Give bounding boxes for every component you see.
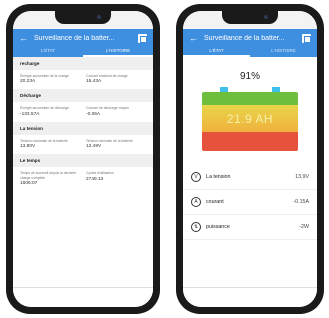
history-cell: Cycles d'utilisation 2749.13 xyxy=(86,171,146,186)
cell-value: 13.80V xyxy=(20,144,36,150)
history-cell: Courant de décharge moyen -0.06A xyxy=(86,106,146,116)
history-screen: ← Surveillance de la batter... L'ÉTAT L'… xyxy=(13,11,153,307)
state-screen: ← Surveillance de la batter... L'ÉTAT L'… xyxy=(183,11,317,307)
cell-label: Tension minimale de la batterie xyxy=(86,138,133,143)
section-header-discharge: Décharge xyxy=(13,89,153,103)
history-cell: Tension minimale de la batterie 12.49V xyxy=(86,139,146,149)
history-cell: Énergie accumulée de décharge -133.57A xyxy=(20,106,80,116)
current-icon: A xyxy=(191,197,201,207)
section-body-time: Temps de sommeil depuis la dernière char… xyxy=(13,167,153,191)
history-cell: Tension maximale de la batterie 13.80V xyxy=(20,139,80,149)
phone-left: ← Surveillance de la batter... L'ÉTAT L'… xyxy=(6,4,160,314)
cell-label: Courant maximal de charge xyxy=(86,74,128,78)
app-title: Surveillance de la batter... xyxy=(34,34,115,42)
notch xyxy=(222,11,278,24)
tab-bar: L'ÉTAT L'HISTOIRE xyxy=(183,47,317,57)
history-cell: Énergie accumulée de la charge 20.23A xyxy=(20,74,80,84)
tab-bar: L'ÉTAT L'HISTOIRE xyxy=(13,47,153,57)
metric-label: puissance xyxy=(206,224,230,230)
tab-state[interactable]: L'ÉTAT xyxy=(13,47,83,57)
metric-value: 13.9V xyxy=(295,174,309,180)
bottom-area xyxy=(183,287,317,307)
cell-value: 15.43A xyxy=(86,79,102,85)
cell-value: -0.06A xyxy=(86,111,101,117)
camera-icon xyxy=(97,15,101,19)
back-arrow-icon[interactable]: ← xyxy=(189,33,198,43)
section-header-charge: recharge xyxy=(13,57,153,70)
notch xyxy=(55,11,111,24)
app-bar: ← Surveillance de la batter... L'ÉTAT L'… xyxy=(183,29,317,57)
metrics-list: V La tension 13.9V A courant -0.15A ⇅ pu… xyxy=(183,165,317,240)
cell-label: Énergie accumulée de décharge xyxy=(20,106,69,111)
settings-icon[interactable] xyxy=(302,33,311,43)
section-body-discharge: Énergie accumulée de décharge -133.57A C… xyxy=(13,102,153,121)
tab-history[interactable]: L'HISTOIRE xyxy=(83,47,153,57)
metric-row-voltage: V La tension 13.9V xyxy=(183,165,317,190)
metric-row-current: A courant -0.15A xyxy=(183,190,317,215)
history-cell: Temps de sommeil depuis la dernière char… xyxy=(20,171,80,186)
battery-percent: 91% xyxy=(239,71,260,82)
tab-history[interactable]: L'HISTOIRE xyxy=(250,47,317,57)
battery-band-red xyxy=(202,132,298,151)
cell-value: 20.23A xyxy=(20,79,36,85)
metric-value: -2W xyxy=(299,224,309,230)
cell-label: Tension maximale de la batterie xyxy=(20,138,68,143)
phone-right: ← Surveillance de la batter... L'ÉTAT L'… xyxy=(176,4,324,314)
power-icon: ⇅ xyxy=(191,222,201,232)
bottom-area xyxy=(13,287,153,307)
tab-state[interactable]: L'ÉTAT xyxy=(183,47,250,57)
settings-icon[interactable] xyxy=(138,33,147,43)
history-list: recharge Énergie accumulée de la charge … xyxy=(13,57,153,191)
back-arrow-icon[interactable]: ← xyxy=(19,33,28,43)
metric-value: -0.15A xyxy=(293,199,309,205)
metric-row-power: ⇅ puissance -2W xyxy=(183,215,317,240)
battery-body: 21.9 AH xyxy=(202,92,298,151)
app-title: Surveillance de la batter... xyxy=(204,34,285,42)
section-body-charge: Énergie accumulée de la charge 20.23A Co… xyxy=(13,70,153,89)
cell-label: Énergie accumulée de la charge xyxy=(20,74,69,78)
battery-capacity: 21.9 AH xyxy=(226,111,274,126)
cell-label: Temps de sommeil depuis la dernière char… xyxy=(20,171,77,180)
cell-value: -133.57A xyxy=(20,111,40,117)
cell-label: Courant de décharge moyen xyxy=(86,106,129,111)
battery-band-yellow: 21.9 AH xyxy=(202,104,298,133)
voltage-icon: V xyxy=(191,172,201,182)
camera-icon xyxy=(264,15,268,19)
history-cell: Courant maximal de charge 15.43A xyxy=(86,74,146,84)
cell-value: 2749.13 xyxy=(86,176,104,182)
cell-label: Cycles d'utilisation xyxy=(86,171,114,176)
section-body-voltage: Tension maximale de la batterie 13.80V T… xyxy=(13,135,153,154)
app-bar: ← Surveillance de la batter... L'ÉTAT L'… xyxy=(13,29,153,57)
cell-value: 12.49V xyxy=(86,144,102,150)
cell-value: 1606:07 xyxy=(20,181,38,187)
section-header-voltage: La tension xyxy=(13,121,153,135)
section-header-time: Le temps xyxy=(13,154,153,168)
battery-graphic: 21.9 AH xyxy=(202,87,298,151)
battery-band-green xyxy=(202,92,298,105)
metric-label: courant xyxy=(206,199,224,205)
metric-label: La tension xyxy=(206,174,231,180)
